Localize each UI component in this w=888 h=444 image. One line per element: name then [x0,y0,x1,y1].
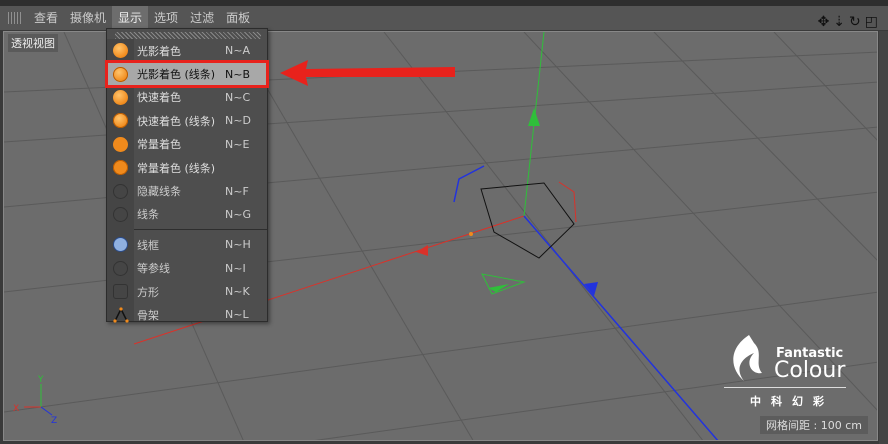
menu-item-hidden-line[interactable]: 隐藏线条 N~F [107,179,267,202]
maximize-view-icon[interactable]: ◰ [865,14,878,30]
shaded-ball-icon [113,43,128,59]
hidden-line-icon [113,183,128,199]
dolly-icon[interactable]: ⇣ [833,14,845,30]
skeleton-icon [112,307,129,323]
isoparm-icon [113,260,128,276]
menu-panel[interactable]: 面板 [220,6,256,30]
menu-separator [134,229,267,231]
menu-options[interactable]: 选项 [148,6,184,30]
rotate-view-icon[interactable]: ↻ [849,14,861,30]
wireframe-icon [113,237,128,253]
menu-view[interactable]: 查看 [28,6,64,30]
constant-ball-icon [113,136,128,152]
menu-filter[interactable]: 过滤 [184,6,220,30]
grip-handle[interactable] [8,12,22,24]
display-menu: 光影着色 N~A 光影着色 (线条) N~B 快速着色 N~C 快速着色 (线条) N~… [105,28,269,323]
tear-off-handle[interactable] [115,32,261,39]
axis-gizmo: Y X Z [13,375,57,426]
menu-item-constant[interactable]: 常量着色 N~E [107,133,267,156]
red-arrow-annotation [280,60,455,86]
shaded-lines-ball-icon [113,66,128,82]
move-view-icon[interactable]: ✥ [818,14,830,30]
right-panel-edge [879,31,888,444]
menu-item-lines[interactable]: 线条 N~G [107,203,267,226]
menu-item-skeleton[interactable]: 骨架 N~L [107,303,267,326]
grid-spacing-readout: 网格间距 : 100 cm [760,416,868,434]
y-axis-arrow [528,108,540,126]
menu-item-wireframe[interactable]: 线框 N~H [107,233,267,256]
lines-icon [113,206,128,222]
gizmo-y-label: Y [37,375,44,385]
quick-ball-icon [113,89,128,105]
viewport-label: 透视视图 [8,34,58,52]
flame-logo-icon [733,335,762,381]
constant-lines-ball-icon [113,160,128,176]
menu-item-shaded-lines[interactable]: 光影着色 (线条) N~B [105,60,269,88]
gizmo-z-label: Z [51,416,57,426]
quick-lines-ball-icon [113,113,128,129]
menu-display[interactable]: 显示 [112,6,149,30]
menu-camera[interactable]: 摄像机 [64,6,112,30]
menu-item-quick[interactable]: 快速着色 N~C [107,86,267,109]
viewport-menubar: 查看 摄像机 显示 选项 过滤 面板 ✥ ⇣ ↻ ◰ [0,6,888,30]
box-icon [113,284,128,300]
menu-item-shaded[interactable]: 光影着色 N~A [107,39,267,62]
menu-item-quick-lines[interactable]: 快速着色 (线条) N~D [107,109,267,132]
gizmo-x-label: X [13,404,19,414]
menu-item-isoparm[interactable]: 等参线 N~I [107,257,267,280]
menu-item-box[interactable]: 方形 N~K [107,280,267,303]
menu-item-constant-lines[interactable]: 常量着色 (线条) [107,156,267,179]
